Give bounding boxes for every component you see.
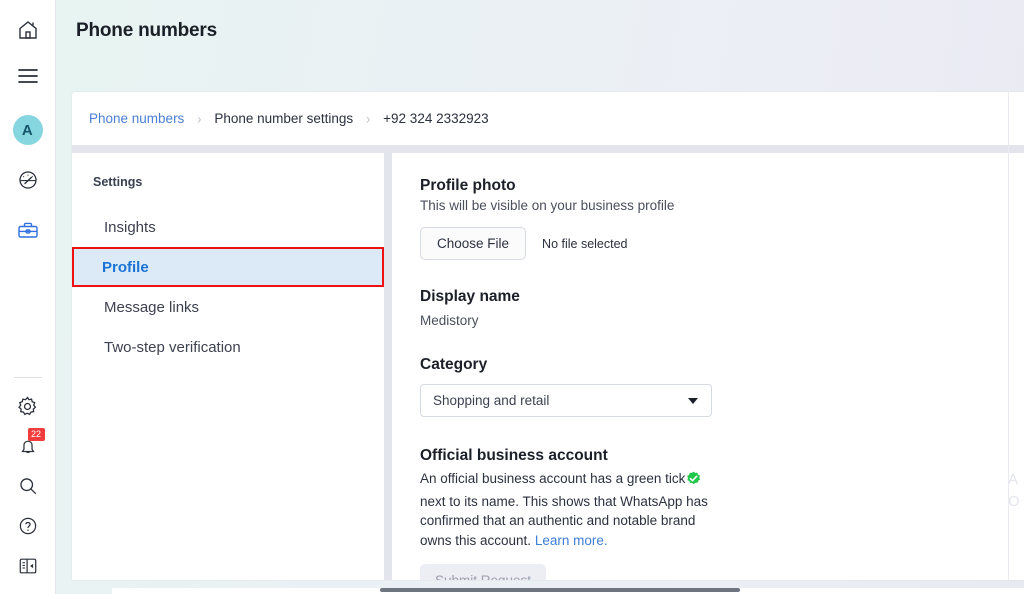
category-selected-value: Shopping and retail	[433, 393, 550, 408]
search-icon[interactable]	[8, 466, 48, 506]
breadcrumb-separator-icon: ›	[197, 110, 202, 127]
profile-photo-subtitle: This will be visible on your business pr…	[420, 198, 675, 213]
horizontal-scrollbar-thumb[interactable]	[380, 588, 740, 592]
file-upload-row: Choose File No file selected	[420, 227, 1024, 260]
settings-heading: Settings	[93, 175, 143, 189]
breadcrumb-item-phone-number-settings[interactable]: Phone number settings	[214, 111, 353, 126]
choose-file-button[interactable]: Choose File	[420, 227, 527, 260]
submit-request-button[interactable]: Submit Request	[420, 564, 546, 580]
help-icon[interactable]	[8, 506, 48, 546]
toolbox-icon[interactable]	[8, 210, 48, 250]
rail-top-group: A	[8, 0, 48, 250]
avatar[interactable]: A	[8, 110, 48, 150]
profile-photo-title: Profile photo	[420, 177, 516, 194]
breadcrumb-separator-icon: ›	[366, 110, 371, 127]
category-title: Category	[420, 356, 488, 373]
sidebar-item-profile[interactable]: Profile	[72, 247, 384, 287]
profile-settings-content: Profile photo This will be visible on yo…	[392, 153, 1024, 580]
gear-icon[interactable]	[8, 386, 48, 426]
rail-bottom-group: 22	[8, 371, 48, 594]
clipped-edge-text: AO	[1008, 471, 1020, 510]
avatar-initial: A	[12, 115, 43, 145]
card-body: Settings Insights Profile Message links …	[72, 153, 1024, 580]
left-rail: A 22	[0, 0, 56, 594]
official-text-part1: An official business account has a green…	[420, 471, 686, 486]
app-window: A 22 Phone numbers Phone numbers › Phone…	[0, 0, 1024, 594]
official-business-account-text: An official business account has a green…	[420, 469, 712, 550]
main-area: Phone numbers Phone numbers › Phone numb…	[56, 0, 1024, 594]
learn-more-link[interactable]: Learn more.	[535, 533, 608, 548]
content-card: Phone numbers › Phone number settings › …	[72, 92, 1024, 580]
settings-nav: Settings Insights Profile Message links …	[72, 153, 392, 580]
panel-toggle-icon[interactable]	[8, 546, 48, 586]
official-business-account-title: Official business account	[420, 447, 608, 464]
category-select[interactable]: Shopping and retail	[420, 384, 712, 417]
nav-item-label: Profile	[102, 258, 149, 276]
bell-icon[interactable]: 22	[8, 426, 48, 466]
page-title: Phone numbers	[76, 20, 217, 41]
breadcrumb-item-phone-numbers[interactable]: Phone numbers	[89, 111, 184, 126]
card-right-rule	[1008, 92, 1009, 580]
green-tick-icon	[686, 471, 701, 492]
menu-icon[interactable]	[8, 56, 48, 96]
sidebar-item-message-links[interactable]: Message links	[72, 287, 384, 327]
dashboard-icon[interactable]	[8, 160, 48, 200]
file-status-label: No file selected	[542, 236, 628, 251]
display-name-value: Medistory	[420, 313, 479, 328]
breadcrumb-item-current: +92 324 2332923	[383, 111, 489, 126]
breadcrumb: Phone numbers › Phone number settings › …	[72, 92, 1024, 145]
home-icon[interactable]	[8, 10, 48, 50]
card-divider	[72, 145, 1024, 153]
rail-divider	[13, 377, 42, 378]
notification-badge: 22	[27, 428, 45, 441]
sidebar-item-insights[interactable]: Insights	[72, 207, 384, 247]
display-name-title: Display name	[420, 288, 520, 305]
horizontal-scrollbar[interactable]	[112, 588, 1024, 594]
category-select-wrapper: Shopping and retail	[420, 384, 712, 417]
nav-item-label: Insights	[104, 218, 156, 236]
nav-item-label: Message links	[104, 298, 200, 316]
sidebar-item-two-step-verification[interactable]: Two-step verification	[72, 327, 384, 367]
nav-item-label: Two-step verification	[104, 338, 241, 356]
